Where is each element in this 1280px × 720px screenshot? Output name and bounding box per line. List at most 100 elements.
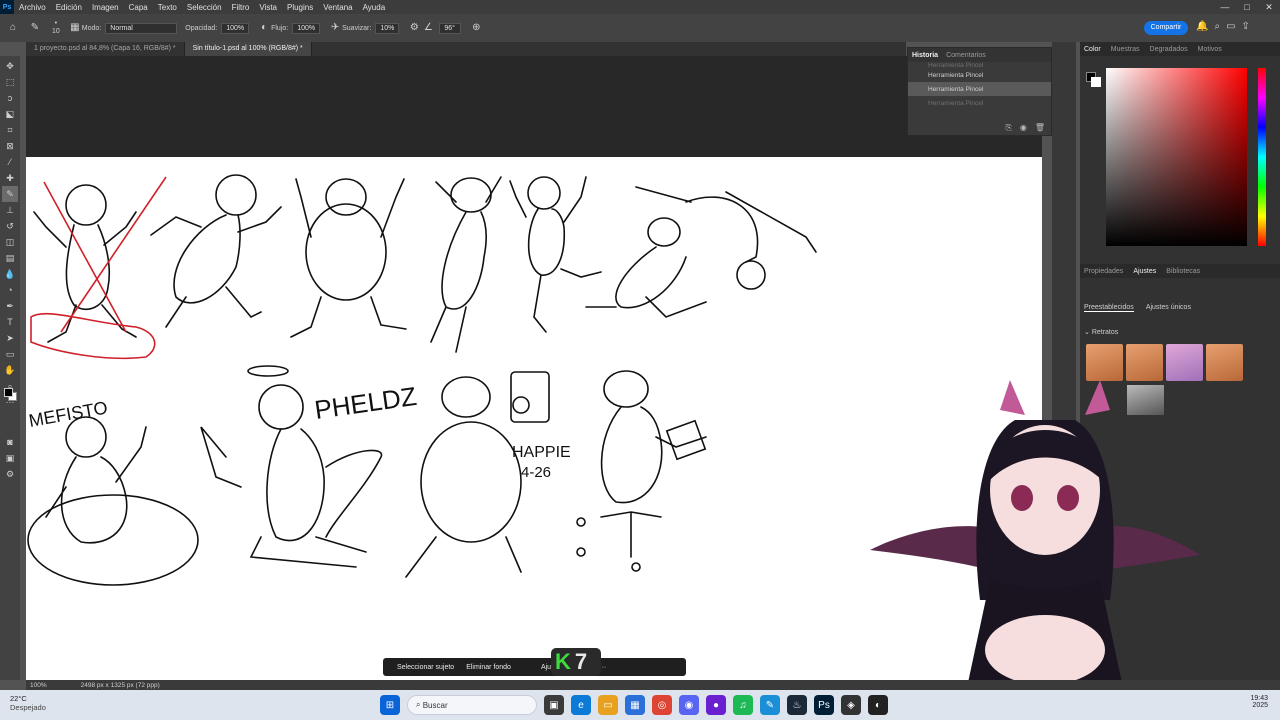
subtab-ajustes-unicos[interactable]: Ajustes únicos	[1146, 304, 1191, 312]
stamp-tool-icon[interactable]: ⊥	[2, 202, 18, 218]
history-item[interactable]: Herramienta Pincel	[908, 68, 1051, 82]
path-select-tool-icon[interactable]: ➤	[2, 330, 18, 346]
obs-icon[interactable]: ●	[706, 695, 726, 715]
remove-background-button[interactable]: Eliminar fondo	[466, 664, 511, 671]
eyedropper-tool-icon[interactable]: ⁄	[2, 154, 18, 170]
quick-mask-icon[interactable]: ◙	[2, 434, 18, 450]
menu-imagen[interactable]: Imagen	[87, 3, 124, 12]
pen-tool-icon[interactable]: ✒	[2, 298, 18, 314]
tab-bibliotecas[interactable]: Bibliotecas	[1166, 268, 1200, 275]
brush-preset-picker[interactable]: • 10	[52, 20, 60, 36]
taskbar-search[interactable]: ⌕ Buscar	[407, 695, 537, 715]
menu-filtro[interactable]: Filtro	[227, 3, 255, 12]
gear-icon[interactable]: ⚙	[407, 21, 421, 35]
preset-thumbnail[interactable]	[1166, 344, 1203, 381]
trash-icon[interactable]: 🗑	[1035, 123, 1045, 133]
airbrush-icon[interactable]: ✈	[328, 21, 342, 35]
hand-tool-icon[interactable]: ✋	[2, 362, 18, 378]
tab-color[interactable]: Color	[1084, 46, 1101, 53]
tab-propiedades[interactable]: Propiedades	[1084, 268, 1123, 275]
home-icon[interactable]: ⌂	[6, 21, 20, 35]
pressure-opacity-icon[interactable]: ◐	[257, 21, 271, 35]
preset-thumbnail[interactable]	[1126, 344, 1163, 381]
move-tool-icon[interactable]: ✥	[2, 58, 18, 74]
smoothing-input[interactable]: 10%	[375, 22, 400, 34]
marquee-tool-icon[interactable]: ⬚	[2, 74, 18, 90]
tab-degradados[interactable]: Degradados	[1150, 46, 1188, 53]
shape-tool-icon[interactable]: ▭	[2, 346, 18, 362]
select-subject-button[interactable]: Seleccionar sujeto	[397, 664, 454, 671]
screen-mode-icon[interactable]: ▣	[2, 450, 18, 466]
angle-input[interactable]: 96°	[439, 22, 462, 34]
pen-app-icon[interactable]: ✎	[760, 695, 780, 715]
minimize-button[interactable]: —	[1214, 0, 1236, 14]
tab-historia[interactable]: Historia	[912, 52, 938, 59]
angle-icon[interactable]: ∠	[421, 21, 435, 35]
bell-icon[interactable]: 🔔	[1196, 21, 1208, 32]
panel-background-swatch[interactable]	[1091, 77, 1101, 87]
type-tool-icon[interactable]: T	[2, 314, 18, 330]
frame-tool-icon[interactable]: ⊠	[2, 138, 18, 154]
task-view-icon[interactable]: ▣	[544, 695, 564, 715]
brush-tool-icon[interactable]: ✎	[2, 186, 18, 202]
blur-tool-icon[interactable]: 💧	[2, 266, 18, 282]
search-icon[interactable]: ⌕	[1214, 21, 1220, 32]
zoom-level[interactable]: 100%	[26, 682, 47, 689]
preset-thumbnail-bw[interactable]	[1127, 385, 1164, 415]
history-item[interactable]: Herramienta Pincel	[908, 96, 1051, 110]
object-select-tool-icon[interactable]: ⬕	[2, 106, 18, 122]
menu-vista[interactable]: Vista	[254, 3, 282, 12]
tab-muestras[interactable]: Muestras	[1111, 46, 1140, 53]
steam-icon[interactable]: ♨	[787, 695, 807, 715]
subtab-preestablecidos[interactable]: Preestablecidos	[1084, 304, 1134, 312]
davinci-icon[interactable]: ◈	[841, 695, 861, 715]
photoshop-taskbar-icon[interactable]: Ps	[814, 695, 834, 715]
crop-tool-icon[interactable]: ⌗	[2, 122, 18, 138]
eraser-tool-icon[interactable]: ◫	[2, 234, 18, 250]
menu-ventana[interactable]: Ventana	[318, 3, 357, 12]
edge-icon[interactable]: e	[571, 695, 591, 715]
tab-ajustes[interactable]: Ajustes	[1133, 268, 1156, 275]
discord-icon[interactable]: ◉	[679, 695, 699, 715]
close-button[interactable]: ✕	[1258, 0, 1280, 14]
color-picker-field[interactable]	[1106, 68, 1247, 246]
retratos-group[interactable]: ⌄ Retratos	[1084, 328, 1118, 336]
menu-ayuda[interactable]: Ayuda	[358, 3, 391, 12]
history-brush-icon[interactable]: ↺	[2, 218, 18, 234]
menu-plugins[interactable]: Plugins	[282, 3, 318, 12]
menu-texto[interactable]: Texto	[153, 3, 182, 12]
menu-capa[interactable]: Capa	[124, 3, 153, 12]
store-icon[interactable]: ▦	[625, 695, 645, 715]
start-icon[interactable]: ⊞	[380, 695, 400, 715]
maximize-button[interactable]: □	[1236, 0, 1258, 14]
file-explorer-icon[interactable]: ▭	[598, 695, 618, 715]
hue-slider[interactable]	[1258, 68, 1266, 246]
tab-motivos[interactable]: Motivos	[1198, 46, 1222, 53]
menu-seleccion[interactable]: Selección	[182, 3, 227, 12]
opacity-input[interactable]: 100%	[221, 22, 250, 34]
tab-comentarios[interactable]: Comentarios	[946, 52, 986, 59]
drawing-canvas[interactable]: MEFISTO PHELDZ HAPPIE 4-26	[26, 157, 1042, 680]
share-arrow-icon[interactable]: ⇪	[1242, 21, 1250, 32]
brush-tool-icon[interactable]: ✎	[28, 21, 42, 35]
gradient-tool-icon[interactable]: ▤	[2, 250, 18, 266]
symmetry-icon[interactable]: ⊕	[469, 21, 483, 35]
share-button[interactable]: Compartir	[1144, 21, 1188, 35]
history-item-selected[interactable]: Herramienta Pincel	[908, 82, 1051, 96]
tab-proyecto[interactable]: 1 proyecto.psd al 84,8% (Capa 16, RGB/8#…	[26, 42, 185, 56]
healing-tool-icon[interactable]: ✚	[2, 170, 18, 186]
chrome-icon[interactable]: ◎	[652, 695, 672, 715]
preset-thumbnail[interactable]	[1086, 344, 1123, 381]
tab-sin-titulo[interactable]: Sin título-1.psd al 100% (RGB/8#) *	[184, 42, 312, 56]
snapshot-icon[interactable]: ⎘	[1005, 123, 1011, 133]
brush-settings-icon[interactable]: ▦	[68, 21, 82, 35]
edit-toolbar-icon[interactable]: ⚙	[2, 466, 18, 482]
mode-select[interactable]: Normal	[105, 22, 178, 34]
vtube-studio-icon[interactable]: ◐	[868, 695, 888, 715]
menu-archivo[interactable]: Archivo	[14, 3, 51, 12]
spotify-icon[interactable]: ♫	[733, 695, 753, 715]
lasso-tool-icon[interactable]: ↄ	[2, 90, 18, 106]
weather-widget[interactable]: 22°C Despejado	[10, 694, 46, 712]
dodge-tool-icon[interactable]: ◔	[2, 282, 18, 298]
workspace-icon[interactable]: ▭	[1226, 21, 1235, 32]
